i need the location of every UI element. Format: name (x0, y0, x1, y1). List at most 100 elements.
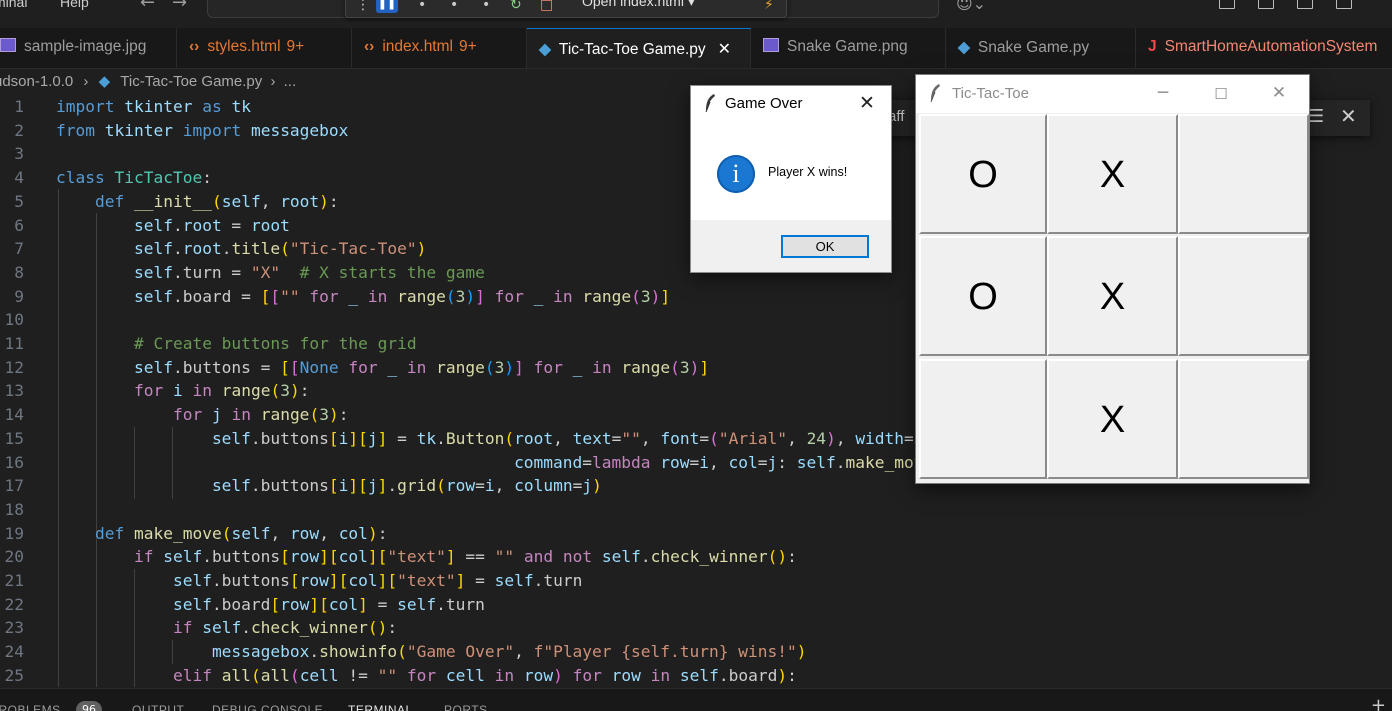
board-cell-2-1[interactable]: X (1047, 359, 1178, 479)
board-cell-2-0[interactable] (919, 359, 1047, 479)
code-text: elif all(all(cell != "" for cell in row)… (172, 665, 797, 685)
code-line[interactable]: 25 elif all(all(cell != "" for cell in r… (0, 664, 1392, 687)
code-text: for i in range(3): (133, 381, 310, 401)
python-icon: ◆ (958, 39, 970, 56)
dialog-message: Player X wins! (768, 165, 848, 179)
code-line[interactable]: 20 if self.buttons[row][col]["text"] == … (0, 545, 1392, 569)
board-cell-0-2[interactable] (1178, 114, 1309, 234)
close-icon[interactable]: ✕ (859, 92, 875, 114)
line-number: 25 (4, 665, 25, 685)
image-icon (0, 38, 16, 52)
layout-icon[interactable] (1218, 0, 1235, 9)
line-number: 3 (14, 144, 24, 164)
tab-styles-html[interactable]: ‹› styles.html 9+ (177, 28, 352, 68)
back-arrow-icon[interactable]: ← (140, 0, 155, 13)
tab-label: sample-image.jpg (24, 38, 147, 55)
close-icon[interactable]: ✕ (1340, 104, 1357, 128)
tab-sample-image[interactable]: sample-image.jpg (0, 28, 177, 68)
step-out-icon[interactable]: • (482, 0, 490, 13)
toggle-sidebar-icon[interactable] (1257, 0, 1274, 9)
toggle-secondary-sidebar-icon[interactable] (1336, 0, 1352, 9)
window-title: Tic-Tac-Toe (952, 85, 1029, 102)
close-icon[interactable]: ✕ (718, 41, 731, 58)
code-text: # Create buttons for the grid (133, 334, 417, 353)
minimize-icon[interactable]: ─ (1148, 83, 1178, 103)
restart-icon[interactable]: ↻ (510, 0, 522, 13)
code-text: def __init__(self, root): (94, 191, 339, 211)
html-icon: ‹› (364, 38, 375, 55)
line-number: 6 (14, 215, 24, 235)
menu-terminal[interactable]: minal (0, 0, 27, 10)
ok-button[interactable]: OK (781, 235, 869, 258)
maximize-icon[interactable]: ☐ (1206, 85, 1236, 103)
code-text: self.root = root (133, 215, 290, 235)
drag-handle-icon[interactable]: ⋮ (356, 0, 370, 13)
problems-count: 9+ (286, 38, 305, 55)
code-text: if self.check_winner(): (172, 618, 398, 638)
line-number: 9 (14, 286, 24, 306)
debug-config-select[interactable]: Open index.html ▾ (582, 0, 772, 13)
tab-tic-tac-toe-py[interactable]: ◆ Tic-Tac-Toe Game.py ✕ (527, 28, 751, 68)
step-into-icon[interactable]: • (450, 0, 458, 13)
python-icon: ◆ (98, 73, 111, 90)
tab-index-html[interactable]: ‹› index.html 9+ (352, 28, 527, 68)
tab-label: styles.html (207, 38, 281, 55)
tab-snake-game-png[interactable]: Snake Game.png (751, 28, 946, 68)
line-number: 14 (4, 405, 25, 425)
code-text: self.buttons[i][j].grid(row=i, column=j) (211, 476, 602, 496)
code-line[interactable]: 18 (0, 498, 1392, 522)
tab-snake-game-py[interactable]: ◆ Snake Game.py (946, 28, 1136, 68)
board-cell-1-0[interactable]: O (919, 236, 1047, 356)
toggle-panel-icon[interactable] (1296, 0, 1313, 9)
editor-tabs: sample-image.jpg ‹› styles.html 9+ ‹› index… (0, 28, 1392, 69)
code-text: self.board = [["" for _ in range(3)] for… (133, 286, 671, 306)
menu-help[interactable]: Help (60, 0, 89, 10)
python-icon: ◆ (539, 41, 551, 58)
tab-smart-home[interactable]: J SmartHomeAutomationSystem (1136, 28, 1392, 68)
menu-icon[interactable]: ☰ (1308, 106, 1324, 127)
line-number: 16 (4, 452, 25, 472)
board-cell-0-1[interactable]: X (1047, 114, 1178, 234)
board-cell-1-1[interactable]: X (1047, 236, 1178, 356)
line-number: 24 (4, 642, 25, 662)
account-icon[interactable]: ☺⌄ (956, 0, 986, 13)
image-icon (763, 38, 779, 52)
line-number: 8 (14, 262, 24, 282)
tab-label: Snake Game.png (787, 38, 908, 55)
board-cell-1-2[interactable] (1178, 236, 1309, 356)
code-line[interactable]: 21 self.buttons[row][col]["text"] = self… (0, 569, 1392, 593)
lightning-icon[interactable]: ⚡ (764, 0, 774, 13)
add-terminal-icon[interactable]: + (1371, 695, 1386, 711)
breadcrumb-more[interactable]: ... (284, 69, 297, 95)
tab-label: Tic-Tac-Toe Game.py (558, 41, 706, 58)
code-text: class TicTacToe: (56, 168, 212, 188)
game-board: O X O X X (916, 113, 1309, 483)
code-text: from tkinter import messagebox (56, 120, 349, 140)
tab-label: SmartHomeAutomationSystem (1164, 38, 1378, 55)
board-cell-0-0[interactable]: O (919, 114, 1047, 234)
forward-arrow-icon[interactable]: → (172, 0, 187, 13)
problems-count: 9+ (458, 38, 477, 55)
code-text: command=lambda row=i, col=j: self.make_m… (514, 452, 1040, 472)
breadcrumb-folder[interactable]: udson-1.0.0 (0, 69, 73, 95)
java-icon: J (1148, 38, 1157, 55)
code-text: def make_move(self, row, col): (94, 523, 388, 543)
code-text: self.buttons[i][j] = tk.Button(root, tex… (211, 428, 933, 448)
code-line[interactable]: 19 def make_move(self, row, col): (0, 522, 1392, 546)
close-icon[interactable]: ✕ (1264, 83, 1294, 103)
code-line[interactable]: 22 self.board[row][col] = self.turn (0, 593, 1392, 617)
stop-icon[interactable]: □ (540, 0, 553, 13)
code-line[interactable]: 24 messagebox.showinfo("Game Over", f"Pl… (0, 640, 1392, 664)
code-text: self.turn = "X" # X starts the game (133, 262, 485, 282)
message-box: Game Over ✕ i Player X wins! OK (690, 85, 892, 273)
window-titlebar[interactable]: Tic-Tac-Toe ─ ☐ ✕ (916, 75, 1309, 113)
breadcrumb-file[interactable]: Tic-Tac-Toe Game.py (120, 69, 262, 95)
board-cell-2-2[interactable] (1178, 359, 1309, 479)
code-line[interactable]: 23 if self.check_winner(): (0, 616, 1392, 640)
dialog-title: Game Over (725, 95, 803, 112)
pause-icon[interactable]: ❚❚ (376, 0, 398, 13)
menubar: minal Help ← → ⋮ ❚❚ • • • ↻ □ Open index… (0, 0, 1392, 22)
line-number: 12 (4, 357, 25, 377)
step-over-icon[interactable]: • (418, 0, 426, 13)
line-number: 7 (14, 239, 24, 259)
